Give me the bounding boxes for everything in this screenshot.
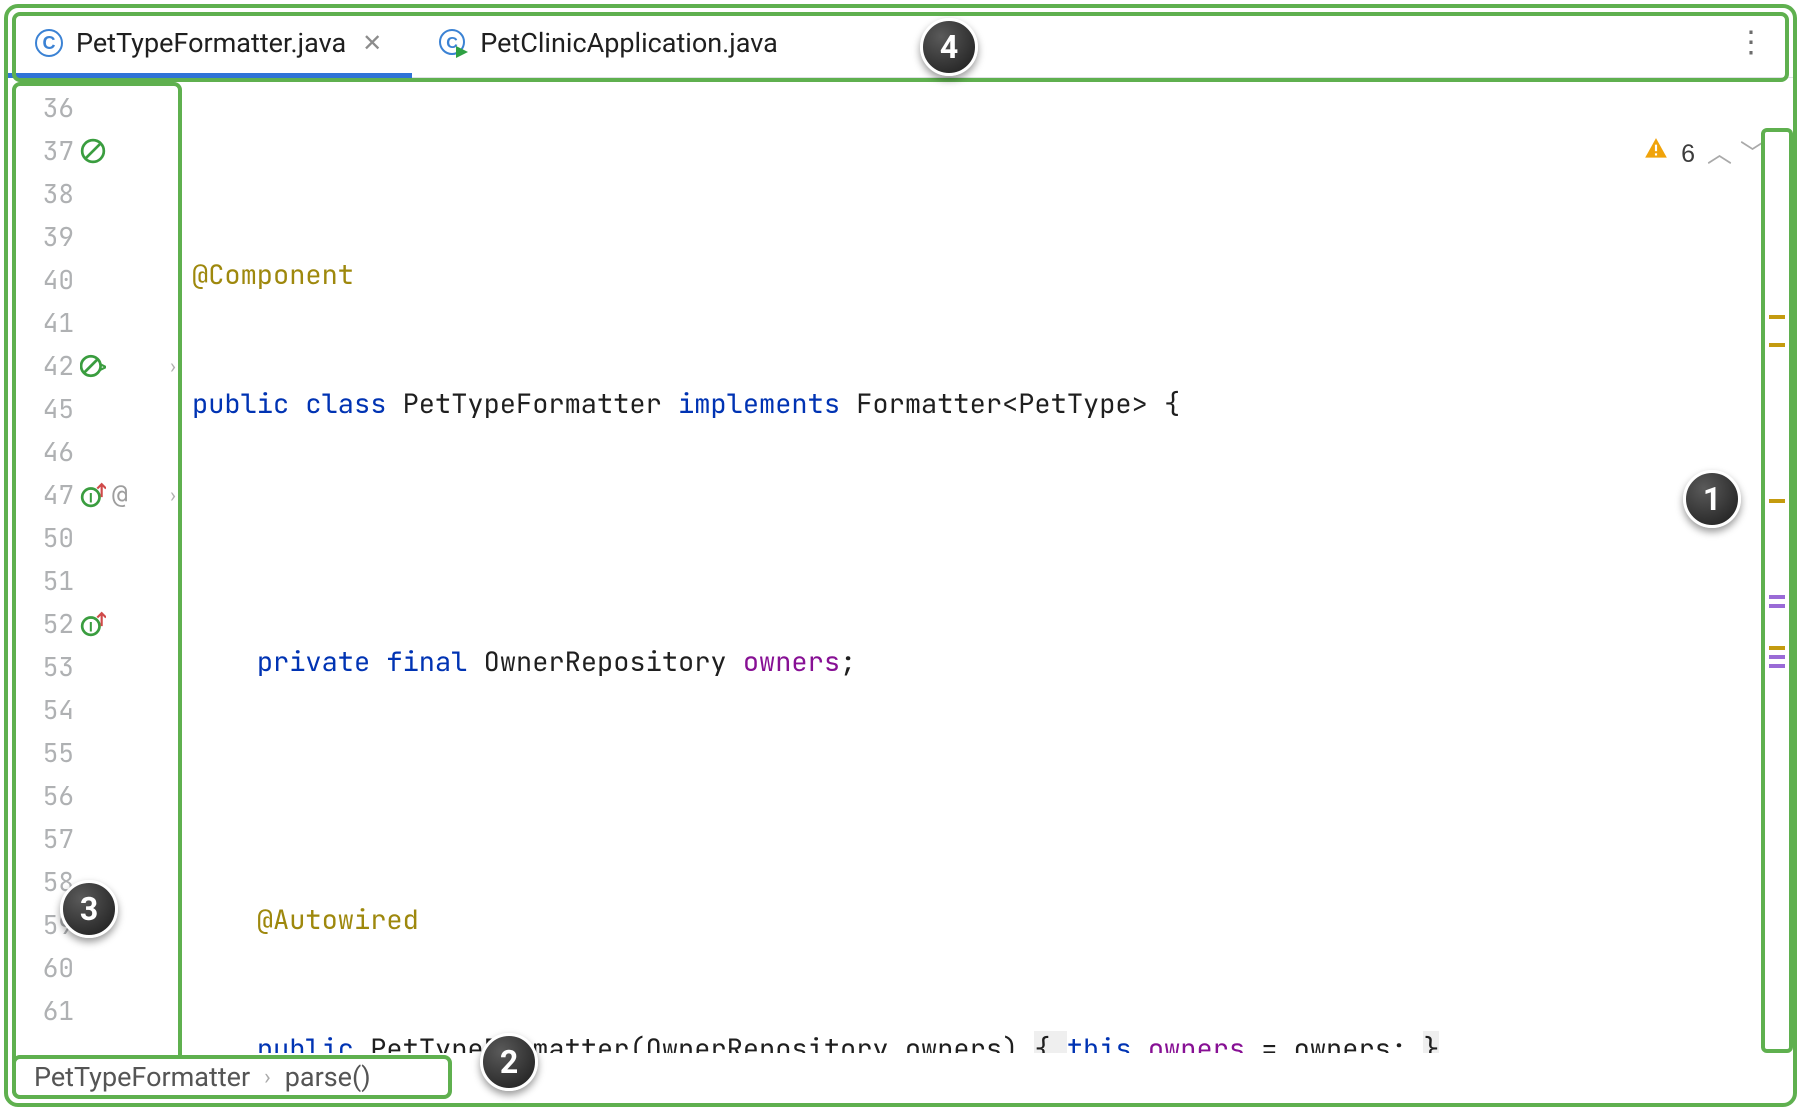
line-number: 53 — [16, 649, 74, 684]
editor-tab-bar: C PetTypeFormatter.java ✕ C PetClinicApp… — [8, 8, 1793, 78]
navigate-icon[interactable] — [80, 353, 106, 379]
inspection-widget[interactable]: 6 ︿ ﹀ — [1574, 90, 1765, 219]
gutter-line[interactable]: 57 — [16, 817, 178, 860]
editor-code-area[interactable]: 6 ︿ ﹀ @Component public class PetTypeFor… — [186, 82, 1789, 1053]
gutter-line[interactable]: 40 — [16, 258, 178, 301]
fold-icon[interactable]: › — [170, 354, 176, 378]
gutter-line[interactable]: 39 — [16, 215, 178, 258]
line-number: 52 — [16, 606, 74, 641]
fold-icon[interactable]: › — [170, 483, 176, 507]
callout-2: 2 — [480, 1033, 538, 1091]
line-number: 38 — [16, 176, 74, 211]
line-number: 37 — [16, 133, 74, 168]
tab-label: PetClinicApplication.java — [480, 27, 778, 59]
line-number: 46 — [16, 434, 74, 469]
svg-text:I: I — [89, 489, 93, 505]
chevron-right-icon: › — [264, 1065, 271, 1090]
gutter-line[interactable]: 60 — [16, 946, 178, 989]
code-annotation: @Component — [192, 257, 354, 293]
svg-text:I: I — [89, 618, 93, 634]
gutter-line[interactable]: 54 — [16, 688, 178, 731]
stripe-mark[interactable] — [1769, 315, 1785, 319]
error-stripe[interactable] — [1761, 128, 1793, 1053]
line-number: 61 — [16, 993, 74, 1028]
gutter-line[interactable]: 53 — [16, 645, 178, 688]
class-icon: C — [34, 28, 64, 58]
line-number: 51 — [16, 563, 74, 598]
gutter-line[interactable]: 52 I — [16, 602, 178, 645]
gutter-line[interactable]: 47 › I @ — [16, 473, 178, 516]
callout-3: 3 — [60, 880, 118, 938]
editor-main: 36373839404142›454647›I@505152I535455565… — [8, 78, 1793, 1103]
gutter-line[interactable]: 45 — [16, 387, 178, 430]
stripe-mark[interactable] — [1769, 499, 1785, 503]
line-number: 57 — [16, 821, 74, 856]
breadcrumb[interactable]: PetTypeFormatter › parse() — [12, 1055, 452, 1099]
line-number: 55 — [16, 735, 74, 770]
gutter-line[interactable]: 36 — [16, 86, 178, 129]
line-number: 40 — [16, 262, 74, 297]
implements-icon[interactable]: I — [80, 611, 106, 637]
gutter-line[interactable]: 50 — [16, 516, 178, 559]
tab-label: PetTypeFormatter.java — [76, 27, 346, 59]
line-number: 45 — [16, 391, 74, 426]
tab-petclinicapplication[interactable]: C PetClinicApplication.java — [412, 8, 804, 77]
tab-pettypeformatter[interactable]: C PetTypeFormatter.java ✕ — [8, 8, 412, 77]
gutter-line[interactable]: 42 › — [16, 344, 178, 387]
gutter-line[interactable]: 41 — [16, 301, 178, 344]
editor-gutter[interactable]: 36 37 38 39 40 41 42 › 45 46 47 › I @50 51 52 I 53 54 55 56 5… — [12, 82, 182, 1099]
implements-icon[interactable]: I — [80, 482, 106, 508]
gutter-line[interactable]: 37 — [16, 129, 178, 172]
line-number: 36 — [16, 90, 74, 125]
breadcrumb-class[interactable]: PetTypeFormatter — [34, 1061, 250, 1093]
gutter-line[interactable]: 56 — [16, 774, 178, 817]
gutter-line[interactable]: 61 — [16, 989, 178, 1032]
chevron-up-icon[interactable]: ︿ — [1707, 133, 1732, 176]
callout-4: 4 — [920, 18, 978, 76]
gutter-line[interactable]: 55 — [16, 731, 178, 774]
stripe-mark[interactable] — [1769, 604, 1785, 608]
line-number: 47 — [16, 477, 74, 512]
close-icon[interactable]: ✕ — [358, 29, 386, 57]
stripe-mark[interactable] — [1769, 664, 1785, 668]
line-number: 60 — [16, 950, 74, 985]
warning-count: 6 — [1681, 133, 1695, 176]
breadcrumb-method[interactable]: parse() — [285, 1061, 371, 1093]
stripe-mark[interactable] — [1769, 595, 1785, 599]
warning-icon — [1574, 90, 1669, 219]
stripe-mark[interactable] — [1769, 646, 1785, 650]
line-number: 50 — [16, 520, 74, 555]
line-number: 42 — [16, 348, 74, 383]
line-number: 54 — [16, 692, 74, 727]
more-vertical-icon[interactable]: ⋮ — [1736, 25, 1763, 60]
stripe-mark[interactable] — [1769, 343, 1785, 347]
gutter-line[interactable]: 38 — [16, 172, 178, 215]
stripe-mark[interactable] — [1769, 655, 1785, 659]
line-number: 56 — [16, 778, 74, 813]
callout-1: 1 — [1683, 470, 1741, 528]
line-number: 39 — [16, 219, 74, 254]
gutter-line[interactable]: 46 — [16, 430, 178, 473]
gutter-line[interactable]: 51 — [16, 559, 178, 602]
run-class-icon: C — [438, 28, 468, 58]
no-entry-icon — [80, 138, 106, 164]
annotation-gutter-icon: @ — [112, 480, 128, 510]
line-number: 41 — [16, 305, 74, 340]
svg-text:C: C — [43, 33, 56, 53]
